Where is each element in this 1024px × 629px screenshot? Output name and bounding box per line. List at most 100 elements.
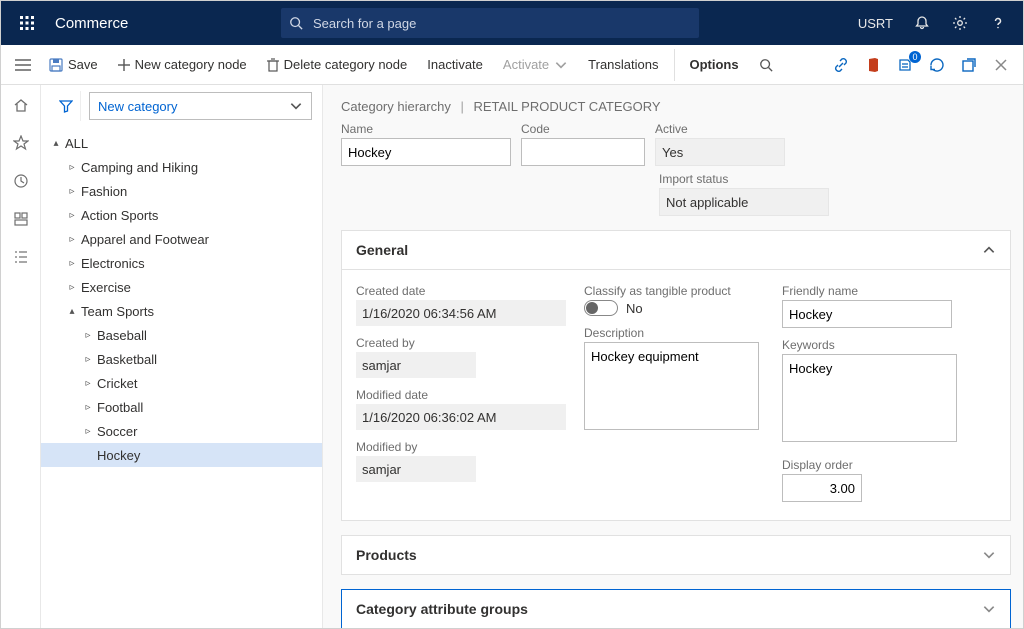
keywords-field[interactable]	[782, 354, 957, 442]
plus-icon	[118, 59, 130, 71]
created-date-value: 1/16/2020 06:34:56 AM	[356, 300, 566, 326]
name-field[interactable]	[341, 138, 511, 166]
tree-expand-icon[interactable]: ▹	[81, 330, 95, 341]
user-label[interactable]: USRT	[858, 16, 893, 31]
section-products-header[interactable]: Products	[341, 535, 1011, 575]
attachments-icon[interactable]: 0	[895, 55, 915, 75]
chevron-down-icon	[554, 58, 568, 72]
save-icon	[49, 58, 63, 72]
home-icon[interactable]	[11, 95, 31, 115]
description-field[interactable]	[584, 342, 759, 430]
tree-expand-icon[interactable]: ▹	[81, 378, 95, 389]
tree-node-label: ALL	[63, 136, 88, 151]
tree-node[interactable]: ▴ALL	[41, 131, 322, 155]
tree-expand-icon[interactable]: ▹	[81, 354, 95, 365]
new-node-button[interactable]: New category node	[110, 49, 255, 81]
tree-node[interactable]: ▹Cricket	[41, 371, 322, 395]
filter-icon[interactable]	[51, 91, 81, 121]
section-general-header[interactable]: General	[341, 230, 1011, 270]
gear-icon[interactable]	[951, 14, 969, 32]
tree-expand-icon[interactable]: ▹	[65, 186, 79, 197]
tree-node-label: Baseball	[95, 328, 147, 343]
tree-node-label: Soccer	[95, 424, 137, 439]
attachments-badge: 0	[909, 51, 921, 63]
tree-node-label: Cricket	[95, 376, 137, 391]
delete-node-button[interactable]: Delete category node	[259, 49, 416, 81]
tree-node-label: Electronics	[79, 256, 145, 271]
save-button[interactable]: Save	[41, 49, 106, 81]
tree-node[interactable]: ▹Football	[41, 395, 322, 419]
tree-node[interactable]: ▹Basketball	[41, 347, 322, 371]
tree-expand-icon[interactable]: ▹	[65, 258, 79, 269]
import-status-value: Not applicable	[659, 188, 829, 216]
modules-icon[interactable]	[11, 247, 31, 267]
tree-node-label: Camping and Hiking	[79, 160, 198, 175]
tree-panel: New category ▴ALL▹Camping and Hiking▹Fas…	[41, 85, 323, 628]
popout-icon[interactable]	[959, 55, 979, 75]
tree-node[interactable]: ▹Soccer	[41, 419, 322, 443]
star-icon[interactable]	[11, 133, 31, 153]
tree-node-label: Apparel and Footwear	[79, 232, 209, 247]
inactivate-button[interactable]: Inactivate	[419, 49, 491, 81]
tree-node[interactable]: ▹Fashion	[41, 179, 322, 203]
classify-toggle[interactable]	[584, 300, 618, 316]
tree-expand-icon[interactable]: ▴	[65, 306, 79, 317]
tree-expand-icon[interactable]: ▹	[65, 234, 79, 245]
tree-expand-icon[interactable]: ▹	[65, 282, 79, 293]
tree-expand-icon[interactable]: ▴	[49, 138, 63, 149]
delete-node-label: Delete category node	[284, 57, 408, 72]
tree-node-label: Hockey	[95, 448, 140, 463]
category-combo[interactable]: New category	[89, 92, 312, 120]
actionbar: Save New category node Delete category n…	[1, 45, 1023, 85]
chevron-down-icon	[982, 602, 996, 616]
search-box[interactable]	[281, 8, 699, 38]
modified-by-value: samjar	[356, 456, 476, 482]
help-icon[interactable]	[989, 14, 1007, 32]
main-form: Category hierarchy | RETAIL PRODUCT CATE…	[323, 85, 1023, 628]
tree-node[interactable]: Hockey	[41, 443, 322, 467]
tree-expand-icon[interactable]: ▹	[81, 402, 95, 413]
translations-button[interactable]: Translations	[580, 49, 666, 81]
topbar: Commerce USRT	[1, 1, 1023, 45]
tree-node-label: Basketball	[95, 352, 157, 367]
search-action-button[interactable]	[751, 49, 781, 81]
bell-icon[interactable]	[913, 14, 931, 32]
classify-value: No	[626, 301, 643, 316]
search-input[interactable]	[311, 15, 691, 32]
friendly-name-field[interactable]	[782, 300, 952, 328]
tree-node-label: Action Sports	[79, 208, 158, 223]
tree-node[interactable]: ▹Baseball	[41, 323, 322, 347]
workspace-icon[interactable]	[11, 209, 31, 229]
tree-node[interactable]: ▹Exercise	[41, 275, 322, 299]
chevron-down-icon	[289, 99, 303, 113]
link-icon[interactable]	[831, 55, 851, 75]
close-icon[interactable]	[991, 55, 1011, 75]
tree-expand-icon[interactable]: ▹	[81, 426, 95, 437]
trash-icon	[267, 58, 279, 72]
section-cat-attr-header[interactable]: Category attribute groups	[341, 589, 1011, 628]
office-icon[interactable]	[863, 55, 883, 75]
refresh-icon[interactable]	[927, 55, 947, 75]
created-by-value: samjar	[356, 352, 476, 378]
tree-node[interactable]: ▹Camping and Hiking	[41, 155, 322, 179]
display-order-field[interactable]	[782, 474, 862, 502]
tree-expand-icon[interactable]: ▹	[65, 162, 79, 173]
left-rail	[1, 85, 41, 628]
brand-title: Commerce	[45, 15, 138, 32]
tree-node-label: Exercise	[79, 280, 131, 295]
tree-node[interactable]: ▹Action Sports	[41, 203, 322, 227]
code-field[interactable]	[521, 138, 645, 166]
active-value: Yes	[655, 138, 785, 166]
tree-node-label: Team Sports	[79, 304, 154, 319]
options-button[interactable]: Options	[674, 49, 746, 81]
tree-node[interactable]: ▹Electronics	[41, 251, 322, 275]
tree-expand-icon[interactable]: ▹	[65, 210, 79, 221]
waffle-icon[interactable]	[9, 1, 45, 45]
recent-icon[interactable]	[11, 171, 31, 191]
tree-node-label: Fashion	[79, 184, 127, 199]
tree-node[interactable]: ▹Apparel and Footwear	[41, 227, 322, 251]
new-node-label: New category node	[135, 57, 247, 72]
tree-node[interactable]: ▴Team Sports	[41, 299, 322, 323]
hamburger-icon[interactable]	[9, 59, 37, 71]
search-icon	[289, 16, 303, 30]
